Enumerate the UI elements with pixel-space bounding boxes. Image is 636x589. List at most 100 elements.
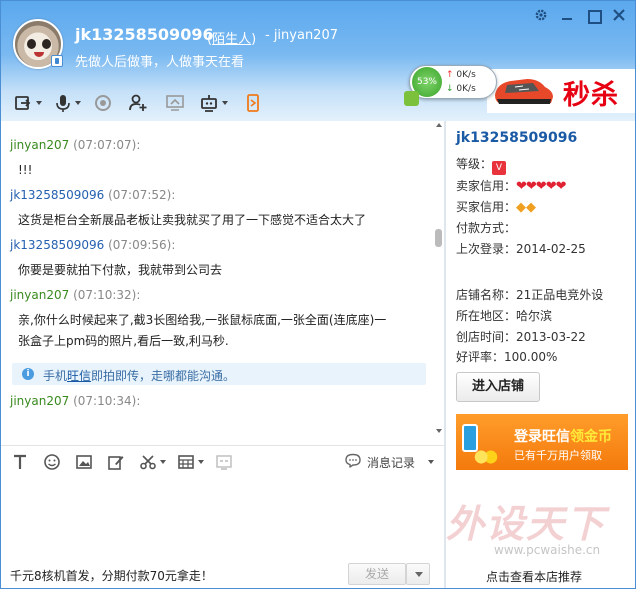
message-time: (07:07:07): [73,138,141,152]
transfer-file-icon[interactable] [13,93,33,113]
calculator-dropdown-icon[interactable] [198,460,204,464]
shield-icon[interactable] [404,91,419,106]
message-header: jinyan207 (07:07:07): [10,138,140,152]
seller-credit-label: 卖家信用： [456,179,517,193]
history-dropdown-icon[interactable] [428,460,434,464]
shoe-image [495,79,553,104]
shop-name-value: 21正品电竞外设 [516,288,604,302]
screenshot-dropdown-icon[interactable] [160,460,166,464]
last-login: 上次登录：2014-02-25 [456,240,586,257]
info-icon: i [22,368,34,380]
shop-name-label: 店铺名称： [456,288,517,302]
shop-location: 所在地区：哈尔滨 [456,307,552,324]
shop-created: 创店时间：2013-03-22 [456,328,586,345]
peer-name: - jinyan207 [265,28,338,43]
download-speed-value: 0K/s [456,84,476,94]
shake-icon[interactable] [215,453,233,471]
add-contact-icon[interactable] [128,93,148,113]
message-sender: jk13258509096 [10,238,105,252]
last-login-value: 2014-02-25 [516,242,586,256]
upload-speed: ↑ 0K/s [446,70,476,80]
buyer-credit-label: 买家信用： [456,200,517,214]
message-header: jinyan207 (07:10:32): [10,288,140,302]
heart-icons: ❤❤❤❤❤ [516,179,566,194]
created-value: 2013-03-22 [516,330,586,344]
header: jk13258509096 (陌生人) - jinyan207 先做人后做事，人… [1,1,635,121]
wangxin-ad-subtitle: 已有千万用户领取 [514,449,602,462]
seller-level: 等级： V [456,155,507,175]
message-header: jk13258509096 (07:09:56): [10,238,175,252]
notice-text: 手机旺信即拍即传，走哪都能沟通。 [43,367,235,384]
seller-name[interactable]: jk13258509096 [456,130,577,146]
chat-scrollbar[interactable] [433,121,444,437]
remote-assist-icon[interactable] [199,93,219,113]
wangxin-ad-banner[interactable]: 登录旺信领金币 已有千万用户领取 [456,414,628,470]
maximize-icon[interactable] [586,8,602,24]
input-toolbar: 消息记录 [1,445,444,475]
contact-name[interactable]: jk13258509096 [75,25,214,44]
close-icon[interactable] [612,8,626,22]
message-sender: jinyan207 [10,288,70,302]
message-history-icon[interactable] [345,453,361,468]
last-login-label: 上次登录： [456,242,517,256]
rating-value: 100.00% [504,350,558,364]
transfer-file-dropdown-icon[interactable] [36,101,42,105]
download-speed: ↓ 0K/s [446,84,476,94]
message-list[interactable]: jinyan207 (07:07:07): !!! jk13258509096 … [1,121,444,437]
gear-icon[interactable] [534,8,548,22]
system-notice: i 手机旺信即拍即传，走哪都能沟通。 [12,363,426,385]
scroll-thumb[interactable] [435,229,442,247]
wangxin-ad-title: 登录旺信领金币 [514,426,612,446]
diamond-icons: ◆◆ [516,200,537,215]
chat-window: jk13258509096 (陌生人) - jinyan207 先做人后做事，人… [0,0,636,589]
contact-signature: 先做人后做事，人做事天在看 [75,55,245,70]
message-header: jk13258509096 (07:07:52): [10,188,175,202]
send-options-button[interactable] [406,563,430,585]
shop-recommend-link[interactable]: 点击查看本店推荐 [486,568,582,585]
emoji-icon[interactable] [43,453,61,471]
calculator-icon[interactable] [177,453,195,471]
message-sender: jinyan207 [10,138,70,152]
enter-shop-button[interactable]: 进入店铺 [456,372,540,402]
message-time: (07:09:56): [108,238,176,252]
voice-dropdown-icon[interactable] [75,101,81,105]
wangxin-link[interactable]: 旺信 [67,369,91,383]
video-icon[interactable] [93,93,113,113]
ad-banner[interactable]: 秒杀 [487,69,635,113]
level-badge-icon: V [492,161,507,175]
coins-icon [474,450,498,464]
wangxin-ad-title-a: 登录旺信 [514,429,570,445]
phone-icon [462,424,478,452]
avatar-mouth [34,52,44,57]
edit-icon[interactable] [107,453,125,471]
image-icon[interactable] [75,453,93,471]
message-header: jinyan207 (07:10:34): [10,394,140,408]
promo-link[interactable]: 千元8核机首发，分期付款70元拿走！ [10,567,213,584]
minimize-icon[interactable] [560,8,574,22]
screen-share-icon[interactable] [165,93,185,113]
scroll-up-icon[interactable] [436,123,442,127]
seller-credit: 卖家信用：❤❤❤❤❤ [456,177,566,194]
scroll-down-icon[interactable] [436,429,442,433]
message-text-line2: 张盒子上pm码的照片,看后一致,利马秒. [18,334,229,348]
remote-assist-dropdown-icon[interactable] [222,101,228,105]
ad-banner-text: 秒杀 [563,80,619,111]
mobile-icon[interactable] [243,93,263,113]
avatar-eye-right [42,39,51,49]
stranger-link[interactable]: 陌生人 [212,32,251,47]
watermark-logo: 外设天下 [446,502,607,546]
upload-arrow-icon: ↑ [446,70,454,80]
message-text: !!! [18,163,33,177]
message-text: 你要是要就拍下付款，我就带到公司去 [18,263,223,277]
notice-suffix: 即拍即传，走哪都能沟通。 [91,369,236,383]
message-history-button[interactable]: 消息记录 [367,454,415,471]
send-button[interactable]: 发送 [348,563,406,585]
font-icon[interactable] [11,453,29,471]
message-time: (07:07:52): [108,188,176,202]
voice-icon[interactable] [53,93,73,113]
screenshot-icon[interactable] [139,453,157,471]
payment-method: 付款方式： [456,219,516,236]
message-input[interactable] [1,475,444,559]
network-speed-widget[interactable]: 53% ↑ 0K/s ↓ 0K/s [409,65,497,99]
level-label: 等级： [456,157,493,171]
